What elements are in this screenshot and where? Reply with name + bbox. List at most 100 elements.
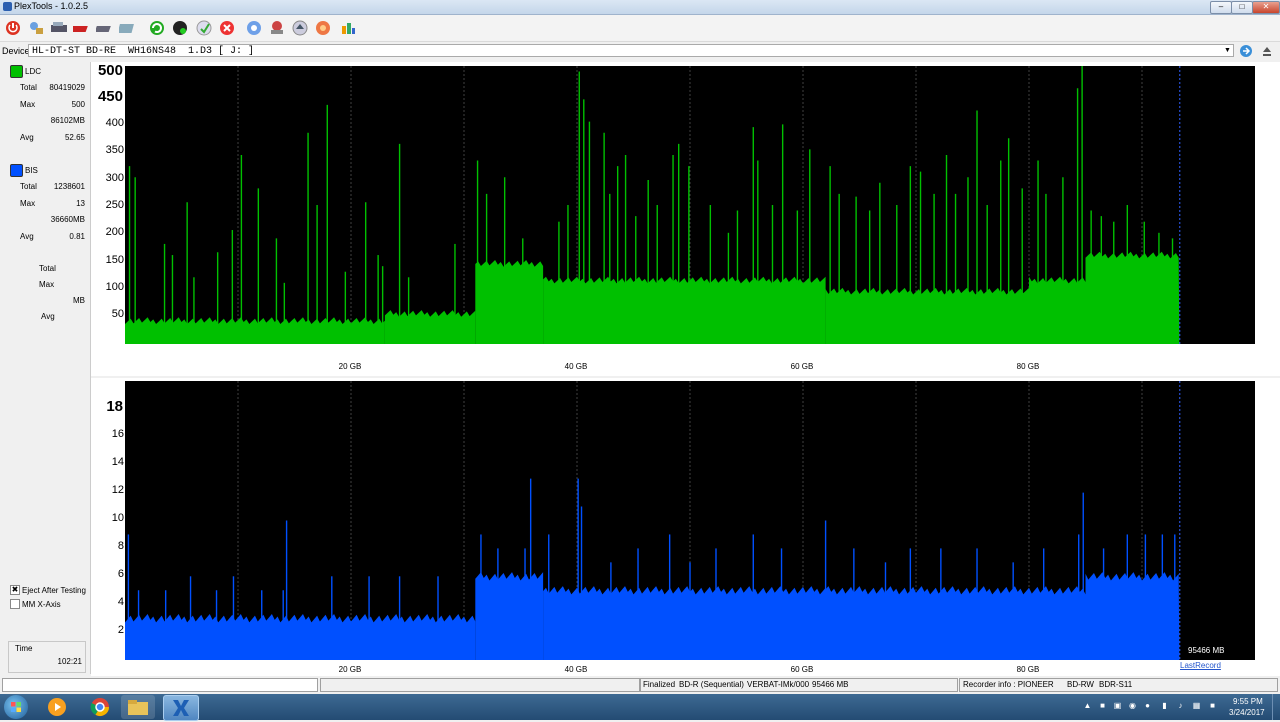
refresh-icon[interactable] [147, 18, 167, 38]
clean-icon[interactable] [194, 18, 214, 38]
drive-config-icon[interactable] [49, 18, 69, 38]
bis-area-segment [543, 586, 826, 660]
drive-info-icon[interactable] [26, 18, 46, 38]
bis-y-tick: 4 [117, 596, 124, 608]
start-button[interactable] [4, 695, 28, 719]
q-check-icon[interactable] [244, 18, 264, 38]
ldc-max-value: 500 [71, 100, 85, 109]
bis-area-segment [1085, 572, 1180, 660]
bis-max-position: 36660MB [50, 215, 85, 224]
maximize-button[interactable]: □ [1231, 1, 1253, 14]
ldc-y-tick: 300 [105, 172, 124, 184]
volume-icon[interactable]: ♪ [1176, 701, 1185, 710]
progress-bar [2, 678, 318, 692]
ldc-x-tick: 40 GB [564, 362, 588, 371]
refresh-device-icon[interactable] [1239, 44, 1253, 58]
ldc-color-swatch[interactable] [10, 65, 23, 78]
time-box: Time 102:21 [8, 641, 86, 673]
bis-total-label: Total [20, 182, 37, 191]
recorder-type: BD-RW [1067, 680, 1094, 689]
bis-label: BIS [25, 166, 38, 175]
ldc-avg-value: 52.65 [64, 133, 85, 142]
bis-area-segment [475, 572, 544, 660]
bis-max-value: 13 [76, 199, 85, 208]
third-max-label: Max [39, 280, 55, 289]
minimize-button[interactable]: – [1210, 1, 1232, 14]
tray-app-icon[interactable]: ■ [1208, 701, 1217, 710]
ldc-y-tick: 500 [97, 62, 123, 79]
disc-write-icon[interactable] [72, 18, 92, 38]
eject-after-testing-label: Eject After Testing [22, 586, 86, 595]
media-info-icon[interactable] [118, 18, 138, 38]
eject-device-icon[interactable] [1260, 44, 1274, 58]
eject-after-testing-checkbox[interactable]: ✖ [10, 585, 20, 595]
network-icon[interactable]: ▮ [1160, 701, 1169, 710]
ldc-x-tick: 20 GB [338, 362, 362, 371]
mm-x-axis-label: MM X-Axis [22, 600, 61, 609]
bis-total-value: 1238601 [53, 182, 85, 191]
file-explorer-icon[interactable] [121, 695, 155, 719]
finalized-status: Finalized [643, 680, 676, 689]
last-record-link[interactable]: LastRecord [1180, 661, 1221, 670]
tray-app-icon[interactable]: ■ [1098, 701, 1107, 710]
ldc-chart [125, 66, 1255, 344]
settings-icon[interactable] [313, 18, 333, 38]
clock-time[interactable]: 9:55 PM [1233, 697, 1263, 706]
close-button[interactable]: ✕ [1252, 1, 1280, 14]
ldc-total-label: Total [20, 83, 37, 92]
stop-icon[interactable] [217, 18, 237, 38]
bis-area-segment [125, 613, 476, 660]
bis-avg-value: 0.81 [69, 232, 85, 241]
device-select[interactable]: HL-DT-ST BD-RE WH16NS48 1.D3 [ J: ] [28, 44, 1234, 57]
ldc-y-tick: 100 [105, 281, 124, 293]
plextools-icon[interactable] [163, 695, 199, 721]
windows-media-player-icon[interactable] [40, 695, 74, 719]
power-icon[interactable] [3, 18, 23, 38]
bis-y-tick: 2 [117, 624, 124, 636]
disc-read-icon[interactable] [95, 18, 115, 38]
bis-x-tick: 60 GB [790, 665, 814, 674]
chrome-icon[interactable] [83, 695, 117, 719]
third-mb-label: MB [73, 296, 85, 305]
ldc-y-tick: 200 [105, 226, 124, 238]
bis-color-swatch[interactable] [10, 164, 23, 177]
ldc-label: LDC [25, 67, 42, 76]
toolbar [0, 15, 1280, 42]
tray-app-icon[interactable]: ▦ [1192, 701, 1201, 710]
bis-x-tick: 40 GB [564, 665, 588, 674]
clock-date[interactable]: 3/24/2017 [1229, 708, 1265, 717]
eject-icon[interactable] [290, 18, 310, 38]
bis-x-tick: 20 GB [338, 665, 362, 674]
bis-y-tick: 10 [111, 512, 124, 524]
disc-copy-icon[interactable] [267, 18, 287, 38]
bis-y-tick: 14 [111, 456, 124, 468]
tray-up-arrow-icon[interactable]: ▲ [1083, 701, 1092, 710]
bis-y-tick: 6 [117, 568, 124, 580]
show-desktop-button[interactable] [1272, 694, 1280, 720]
tray-app-icon[interactable]: ◉ [1128, 701, 1137, 710]
time-value: 102:21 [57, 657, 82, 666]
about-icon[interactable] [338, 18, 358, 38]
ldc-area-segment [384, 310, 476, 344]
status-message-box [320, 678, 640, 692]
ldc-max-label: Max [20, 100, 36, 109]
chevron-down-icon[interactable]: ▼ [1222, 45, 1233, 56]
third-total-label: Total [39, 264, 56, 273]
ldc-y-tick: 150 [105, 254, 124, 266]
third-avg-label: Avg [41, 312, 55, 321]
stats-panel: LDC Total 80419029 Max 500 86102MB Avg 5… [6, 62, 88, 674]
media-id: VERBAT-IMk/000 [747, 680, 810, 689]
disc-quality-icon[interactable] [170, 18, 190, 38]
window-title: PlexTools - 1.0.2.5 [14, 1, 89, 11]
title-bar: PlexTools - 1.0.2.5 – □ ✕ [0, 0, 1280, 15]
mm-x-axis-checkbox[interactable] [10, 599, 20, 609]
recorder-model: BDR-S11 [1099, 680, 1133, 689]
end-value-label: 95466 MB [1188, 646, 1225, 655]
recorder-info: Recorder info : PIONEER [963, 680, 1054, 689]
ldc-avg-label: Avg [20, 133, 34, 142]
bis-y-tick: 8 [117, 540, 124, 552]
ldc-y-tick: 250 [105, 199, 124, 211]
ldc-y-tick: 450 [97, 88, 123, 105]
tray-app-icon[interactable]: ● [1143, 701, 1152, 710]
tray-app-icon[interactable]: ▣ [1113, 701, 1122, 710]
